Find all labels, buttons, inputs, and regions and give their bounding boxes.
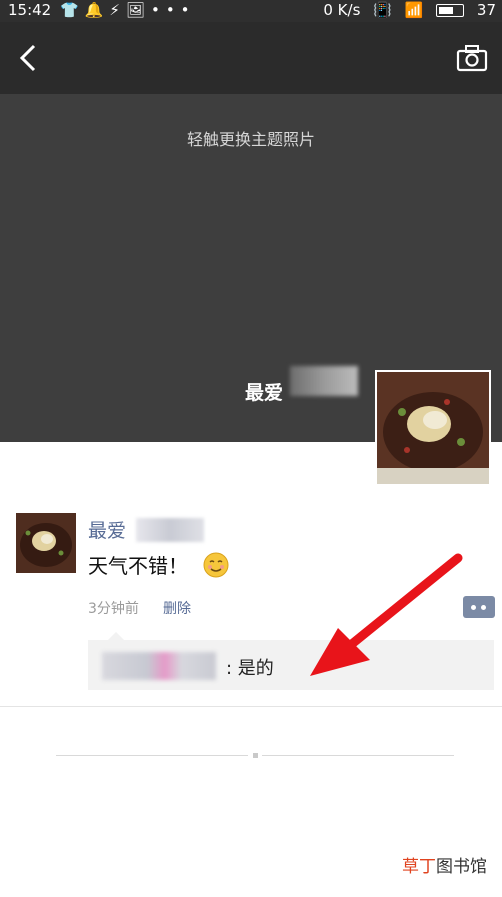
net-speed: 0 K/s <box>323 1 361 19</box>
status-right: 0 K/s 📳 📶 37 <box>315 1 496 19</box>
status-bar: 15:42 👕🔔⚡🖼••• 0 K/s 📳 📶 37 <box>0 0 502 22</box>
dot <box>471 605 476 610</box>
camera-icon[interactable] <box>456 44 488 72</box>
more-dots-icon: ••• <box>150 1 196 19</box>
change-theme-hint[interactable]: 轻触更换主题照片 <box>0 126 502 150</box>
vibrate-icon: 📳 <box>373 1 392 19</box>
bolt-icon: ⚡ <box>109 1 126 19</box>
top-bar <box>0 22 502 94</box>
delete-link[interactable]: 删除 <box>163 598 191 618</box>
divider <box>0 706 502 707</box>
post-avatar[interactable] <box>16 513 76 573</box>
watermark-rest: 图书馆 <box>436 857 487 877</box>
end-dot <box>253 753 258 758</box>
blurred-name <box>136 518 204 542</box>
status-left-icons: 👕🔔⚡🖼••• <box>60 1 196 19</box>
post-time: 3分钟前 <box>88 601 139 617</box>
blurred-name <box>290 366 358 396</box>
red-arrow-annotation <box>310 553 463 676</box>
post-text: 天气不错！ <box>88 554 188 578</box>
watermark-accent: 草丁 <box>402 857 436 877</box>
battery-icon <box>436 4 465 17</box>
food-thumb-icon <box>16 513 76 573</box>
back-icon[interactable] <box>14 40 44 76</box>
blurred-commenter <box>102 652 216 680</box>
notification-icon: 🔔 <box>84 1 110 19</box>
end-line <box>56 755 248 756</box>
status-time: 15:42 <box>8 1 52 19</box>
food-photo-icon <box>377 372 489 484</box>
cover-username: 最爱 <box>245 382 284 404</box>
battery-level: 37 <box>476 1 496 19</box>
end-line <box>262 755 454 756</box>
wifi-icon: 📶 <box>404 1 424 19</box>
image-icon: 🖼 <box>125 1 151 19</box>
post-author-name[interactable]: 最爱 <box>88 516 126 543</box>
comment-text[interactable]: : 是的 <box>226 654 274 680</box>
smile-emoji-icon <box>203 552 229 578</box>
watermark: 草丁图书馆 <box>402 852 487 877</box>
dot <box>481 605 486 610</box>
profile-avatar[interactable] <box>375 370 491 486</box>
shirt-icon: 👕 <box>60 1 85 19</box>
